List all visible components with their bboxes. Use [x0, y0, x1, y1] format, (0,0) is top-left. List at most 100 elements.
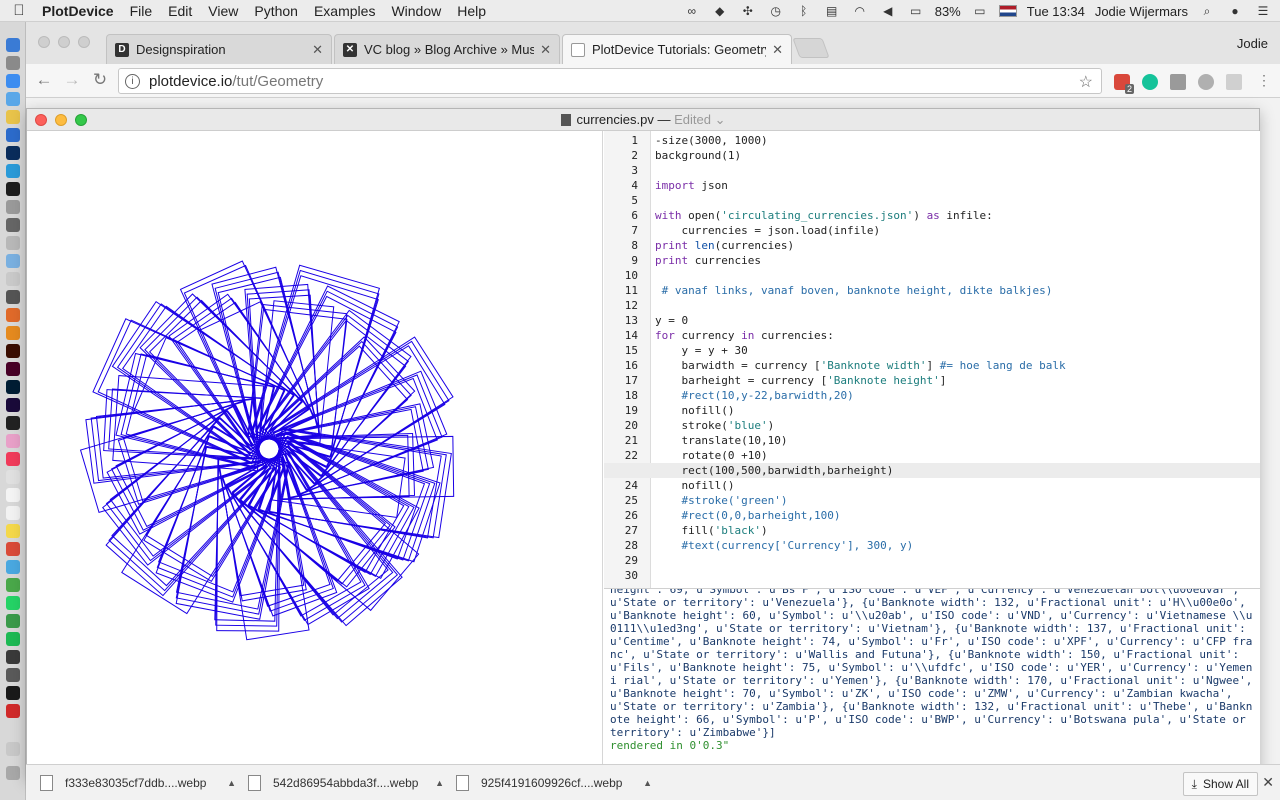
tab-designspiration[interactable]: D Designspiration ✕	[106, 34, 332, 64]
spotify-icon[interactable]	[6, 632, 20, 646]
airplay-icon[interactable]: ▭	[907, 4, 925, 18]
premiere-icon[interactable]	[6, 380, 20, 394]
extension-badge-icon[interactable]: 2	[1114, 74, 1134, 94]
safari-icon[interactable]	[6, 74, 20, 88]
calculator-icon[interactable]	[6, 272, 20, 286]
close-tab-icon[interactable]: ✕	[312, 42, 323, 58]
battery-icon[interactable]: ▭	[971, 4, 989, 18]
time-machine-icon[interactable]: ◷	[767, 4, 785, 18]
github-icon[interactable]	[6, 416, 20, 430]
menubar-clock[interactable]: Tue 13:34	[1027, 4, 1085, 19]
pd-close-button[interactable]	[35, 114, 47, 126]
address-bar[interactable]: i plotdevice.io/tut/Geometry ☆	[118, 68, 1102, 94]
download-menu-chevron-icon[interactable]: ▲	[435, 778, 444, 788]
reminders-icon[interactable]	[6, 506, 20, 520]
site-info-icon[interactable]: i	[125, 73, 140, 89]
hangouts-icon[interactable]	[6, 614, 20, 628]
illustrator-icon[interactable]	[6, 344, 20, 358]
menu-python[interactable]: Python	[246, 3, 306, 19]
firefox-icon[interactable]	[6, 308, 20, 322]
menu-help[interactable]: Help	[449, 3, 494, 19]
chrome-menu-icon[interactable]: ⋮	[1254, 70, 1274, 90]
close-downloads-bar-icon[interactable]: ✕	[1262, 774, 1274, 791]
close-tab-icon[interactable]: ✕	[772, 42, 783, 58]
menu-file[interactable]: File	[122, 3, 161, 19]
download-menu-chevron-icon[interactable]: ▲	[227, 778, 236, 788]
whatsapp-icon[interactable]	[6, 596, 20, 610]
title-dropdown-chevron-icon[interactable]: ⌄	[711, 112, 726, 127]
siri-icon[interactable]: ●	[1226, 4, 1244, 18]
close-tab-icon[interactable]: ✕	[540, 42, 551, 58]
app-store-icon[interactable]	[6, 128, 20, 142]
menu-examples[interactable]: Examples	[306, 3, 383, 19]
grammarly-icon[interactable]	[1142, 74, 1158, 90]
photoshop-icon[interactable]	[6, 146, 20, 160]
color-picker-extension-icon[interactable]	[1198, 74, 1214, 90]
download-menu-chevron-icon[interactable]: ▲	[643, 778, 652, 788]
plotdevice-dock-icon[interactable]	[6, 650, 20, 664]
system-preferences-icon[interactable]	[6, 218, 20, 232]
render-canvas[interactable]	[27, 131, 603, 778]
download-item[interactable]: 925f4191609926cf....webp ▲	[456, 768, 656, 798]
photo-app-icon[interactable]	[6, 290, 20, 304]
calendar-icon[interactable]	[6, 470, 20, 484]
itunes-icon[interactable]	[6, 452, 20, 466]
pen-extension-icon[interactable]	[1226, 74, 1242, 90]
reload-icon[interactable]: ↻	[90, 70, 110, 90]
textedit-icon[interactable]	[6, 254, 20, 268]
vlc-icon[interactable]	[6, 326, 20, 340]
new-tab-button[interactable]	[792, 38, 830, 58]
tab-plotdevice-tutorials[interactable]: PlotDevice Tutorials: Geometry ✕	[562, 34, 792, 64]
trash-icon[interactable]	[6, 766, 20, 780]
typography-icon[interactable]	[6, 686, 20, 700]
profile-name[interactable]: Jodie	[1237, 36, 1268, 51]
document-icon[interactable]	[6, 488, 20, 502]
menu-extra-icon[interactable]: ▤	[823, 4, 841, 18]
preview-icon[interactable]	[6, 236, 20, 250]
back-arrow-icon[interactable]: ←	[34, 70, 54, 90]
notes-icon[interactable]	[6, 110, 20, 124]
bookmark-star-icon[interactable]: ☆	[1079, 72, 1093, 92]
forward-arrow-icon[interactable]: →	[62, 70, 82, 90]
menu-edit[interactable]: Edit	[160, 3, 200, 19]
downloads-stack-icon[interactable]	[6, 742, 20, 756]
creative-cloud-icon[interactable]: ∞	[683, 4, 701, 18]
download-item[interactable]: 542d86954abbda3f....webp ▲	[248, 768, 448, 798]
terminal-icon[interactable]	[6, 182, 20, 196]
volume-icon[interactable]: ◀	[879, 4, 897, 18]
messenger-icon[interactable]	[6, 164, 20, 178]
photos-icon[interactable]	[6, 434, 20, 448]
pd-zoom-button[interactable]	[75, 114, 87, 126]
input-source-flag-icon[interactable]	[998, 5, 1017, 17]
pd-minimize-button[interactable]	[55, 114, 67, 126]
notification-center-icon[interactable]: ☰	[1254, 4, 1272, 18]
stickies-icon[interactable]	[6, 524, 20, 538]
chrome-icon[interactable]	[6, 542, 20, 556]
inspect-extension-icon[interactable]	[1170, 74, 1186, 90]
finder-icon[interactable]	[6, 38, 20, 52]
chrome-canary-icon[interactable]	[6, 560, 20, 574]
download-item[interactable]: f333e83035cf7ddb....webp ▲	[40, 768, 240, 798]
code-editor[interactable]: 1234567891011121314151617181920212223242…	[604, 131, 1260, 588]
apple-menu-icon[interactable]: 	[0, 2, 38, 19]
close-window-button[interactable]	[38, 36, 50, 48]
document-title[interactable]: currencies.pv — Edited ⌄	[560, 112, 726, 127]
script-editor-icon[interactable]	[6, 668, 20, 682]
menu-window[interactable]: Window	[383, 3, 449, 19]
output-console[interactable]: height': 69, u'Symbol': u'Bs F', u'ISO c…	[604, 588, 1260, 778]
minimize-window-button[interactable]	[58, 36, 70, 48]
battery-percent[interactable]: 83%	[935, 4, 961, 19]
rocket-icon[interactable]	[6, 200, 20, 214]
acrobat-icon[interactable]	[6, 704, 20, 718]
tab-vc-blog[interactable]: ✕ VC blog » Blog Archive » Musi ✕	[334, 34, 560, 64]
facetime-icon[interactable]	[6, 578, 20, 592]
indesign-icon[interactable]	[6, 362, 20, 376]
menu-app-name[interactable]: PlotDevice	[38, 3, 122, 19]
pinwheel-icon[interactable]: ✣	[739, 4, 757, 18]
launchpad-icon[interactable]	[6, 56, 20, 70]
spotlight-search-icon[interactable]: ⌕	[1198, 4, 1216, 18]
mail-icon[interactable]	[6, 92, 20, 106]
wifi-icon[interactable]: ◠	[851, 4, 869, 18]
menu-view[interactable]: View	[200, 3, 246, 19]
show-all-downloads-button[interactable]: ⤓ Show All	[1182, 772, 1258, 796]
